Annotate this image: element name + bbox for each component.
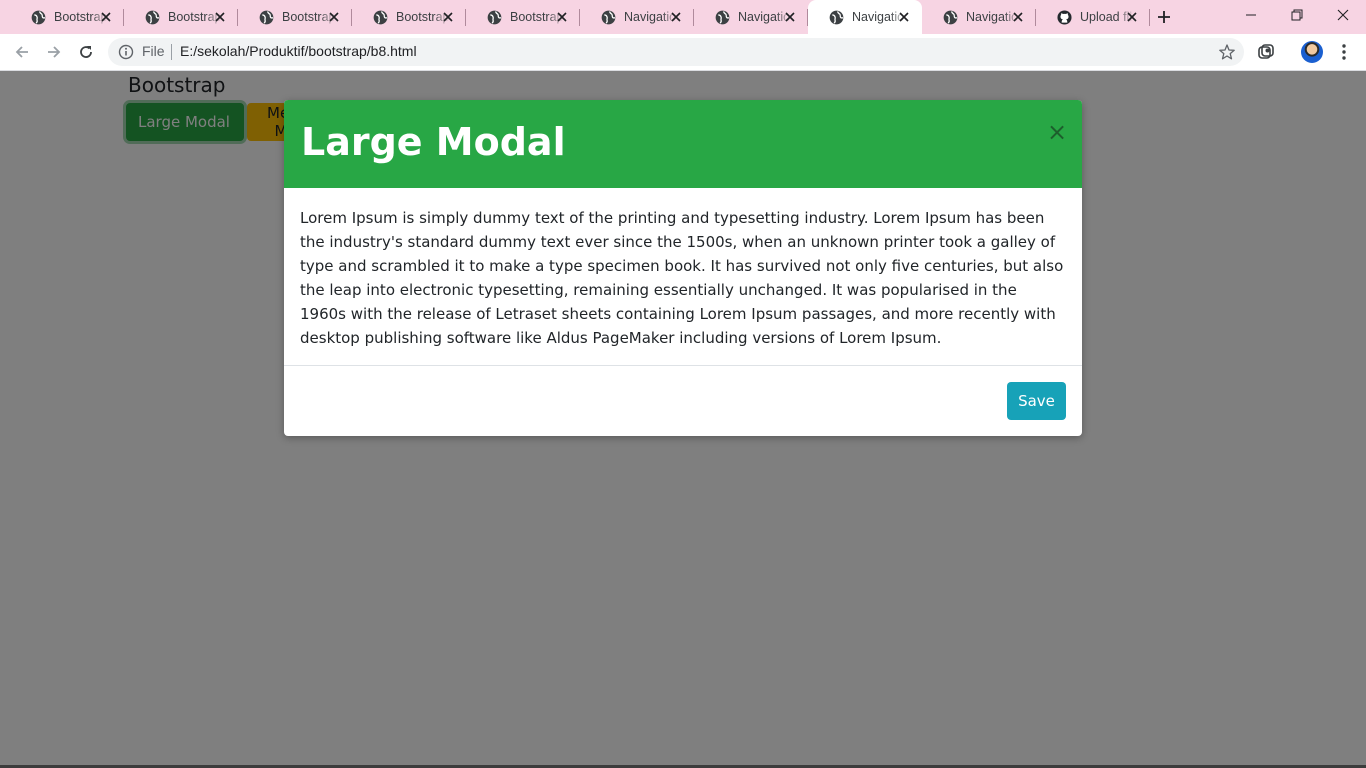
back-button[interactable] — [8, 38, 36, 66]
globe-icon — [372, 9, 388, 25]
bookmark-star-icon[interactable] — [1218, 43, 1236, 61]
minimize-icon — [1246, 14, 1256, 16]
restore-icon — [1291, 9, 1303, 21]
more-menu-icon[interactable] — [1334, 42, 1354, 62]
globe-icon — [144, 9, 160, 25]
restore-button[interactable] — [1274, 0, 1320, 30]
browser-tab[interactable]: Navigation — [694, 0, 808, 34]
globe-icon — [486, 9, 502, 25]
modal-title: Large Modal — [301, 120, 566, 164]
extension-icon[interactable] — [1256, 42, 1276, 62]
tab-separator — [1149, 9, 1150, 26]
save-button[interactable]: Save — [1007, 382, 1066, 420]
tab-close-icon[interactable] — [668, 9, 684, 25]
forward-button[interactable] — [40, 38, 68, 66]
browser-tab[interactable]: Bootstrap — [466, 0, 580, 34]
tab-close-icon[interactable] — [554, 9, 570, 25]
profile-avatar[interactable] — [1301, 41, 1323, 63]
browser-tab[interactable]: Bootstrap — [124, 0, 238, 34]
tab-close-icon[interactable] — [98, 9, 114, 25]
tab-close-icon[interactable] — [440, 9, 456, 25]
close-icon — [1337, 9, 1349, 21]
reload-icon — [80, 46, 92, 58]
tab-close-icon[interactable] — [1124, 9, 1140, 25]
forward-arrow-icon — [48, 46, 61, 58]
tab-close-icon[interactable] — [896, 9, 912, 25]
browser-tab[interactable]: Navigation — [580, 0, 694, 34]
tab-close-icon[interactable] — [1010, 9, 1026, 25]
globe-icon — [258, 9, 274, 25]
browser-tab[interactable]: Bootstrap — [352, 0, 466, 34]
browser-tab[interactable]: Navigation — [808, 0, 922, 34]
browser-tab[interactable]: Navigation — [922, 0, 1036, 34]
modal-body-text: Lorem Ipsum is simply dummy text of the … — [300, 209, 1064, 347]
browser-tab[interactable]: Bootstrap — [238, 0, 352, 34]
large-modal: Large Modal × Lorem Ipsum is simply dumm… — [284, 100, 1082, 436]
globe-icon — [828, 9, 844, 25]
browser-toolbar: File E:/sekolah/Produktif/bootstrap/b8.h… — [0, 34, 1366, 71]
tab-close-icon[interactable] — [782, 9, 798, 25]
url-scheme-label: File — [142, 43, 165, 59]
address-bar[interactable]: File E:/sekolah/Produktif/bootstrap/b8.h… — [108, 38, 1244, 66]
globe-icon — [714, 9, 730, 25]
globe-icon — [600, 9, 616, 25]
tab-strip: Bootstrap Bootstrap Bootstrap Bootstrap Boot… — [0, 0, 1366, 34]
globe-icon — [30, 9, 46, 25]
tab-close-icon[interactable] — [212, 9, 228, 25]
info-icon[interactable] — [118, 44, 134, 60]
reload-button[interactable] — [72, 38, 100, 66]
minimize-button[interactable] — [1228, 0, 1274, 30]
globe-icon — [942, 9, 958, 25]
modal-header: Large Modal × — [284, 100, 1082, 188]
modal-close-button[interactable]: × — [1046, 120, 1068, 144]
browser-tab[interactable]: Bootstrap — [10, 0, 124, 34]
address-divider — [171, 44, 172, 60]
browser-tab[interactable]: Upload files — [1036, 0, 1150, 34]
close-window-button[interactable] — [1320, 0, 1366, 30]
back-arrow-icon — [15, 46, 28, 58]
github-icon — [1056, 9, 1072, 25]
url-text[interactable]: E:/sekolah/Produktif/bootstrap/b8.html — [180, 43, 417, 59]
new-tab-button[interactable] — [1152, 5, 1176, 29]
plus-icon — [1158, 11, 1170, 23]
modal-footer-divider — [284, 365, 1082, 366]
tab-close-icon[interactable] — [326, 9, 342, 25]
